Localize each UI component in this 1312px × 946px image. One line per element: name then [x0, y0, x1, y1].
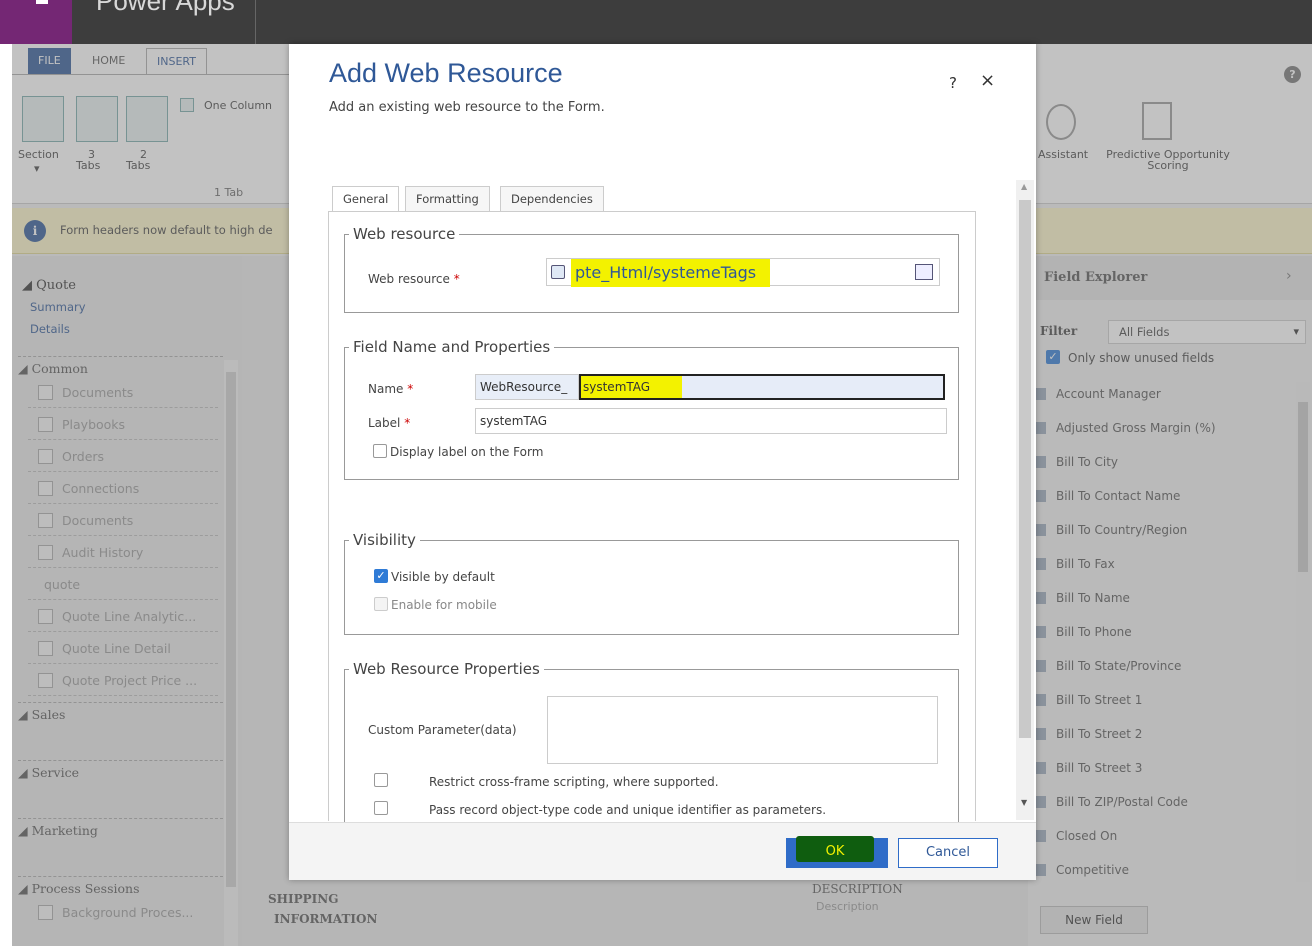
web-resource-properties-title: Web Resource Properties: [353, 660, 540, 678]
web-resource-label-text: Web resource: [368, 272, 450, 286]
required-marker: *: [404, 416, 411, 430]
web-resource-label: Web resource *: [368, 272, 460, 286]
name-input[interactable]: systemTAG: [579, 374, 945, 400]
top-bar-divider: [255, 0, 256, 44]
dialog-help-icon[interactable]: ?: [949, 74, 957, 92]
tab-formatting[interactable]: Formatting: [405, 186, 490, 212]
label-label-text: Label: [368, 416, 401, 430]
dialog-scrollbar-thumb[interactable]: [1019, 200, 1031, 738]
field-name-properties-title: Field Name and Properties: [353, 338, 551, 356]
restrict-scripting-checkbox[interactable]: [374, 773, 388, 787]
web-resource-lookup[interactable]: pte_Html/systemeTags: [546, 258, 940, 287]
visible-default-checkbox[interactable]: ✓: [374, 569, 388, 583]
label-label: Label *: [368, 416, 410, 430]
waffle-icon[interactable]: [0, 0, 72, 44]
custom-parameter-input[interactable]: [547, 696, 938, 764]
visible-default-label: Visible by default: [391, 570, 495, 584]
label-input[interactable]: systemTAG: [475, 408, 947, 434]
app-title: Power Apps: [96, 0, 235, 16]
close-icon[interactable]: ×: [980, 70, 995, 91]
web-resource-section-title: Web resource: [353, 225, 456, 243]
display-label-text: Display label on the Form: [390, 445, 544, 459]
restrict-scripting-label: Restrict cross-frame scripting, where su…: [429, 775, 719, 789]
name-label: Name *: [368, 382, 413, 396]
custom-parameter-label: Custom Parameter(data): [368, 723, 517, 737]
required-marker: *: [453, 272, 460, 286]
enable-mobile-label: Enable for mobile: [391, 598, 497, 612]
name-input-value: systemTAG: [581, 376, 683, 398]
tab-general[interactable]: General: [332, 186, 400, 212]
enable-mobile-checkbox[interactable]: [374, 597, 388, 611]
visibility-section-title: Visibility: [353, 531, 416, 549]
pass-record-label: Pass record object-type code and unique …: [429, 803, 827, 817]
web-resource-value: pte_Html/systemeTags: [571, 259, 771, 287]
app-top-bar: Power Apps: [0, 0, 1312, 44]
display-label-checkbox[interactable]: [373, 444, 387, 458]
tab-dependencies[interactable]: Dependencies: [500, 186, 604, 212]
scroll-up-icon[interactable]: ▲: [1021, 182, 1027, 191]
lookup-icon[interactable]: [915, 264, 933, 280]
name-label-text: Name: [368, 382, 404, 396]
web-resource-file-icon: [551, 265, 565, 279]
dialog-title: Add Web Resource: [329, 58, 563, 88]
dialog-subtitle: Add an existing web resource to the Form…: [329, 100, 605, 115]
scroll-down-icon[interactable]: ▼: [1021, 798, 1027, 807]
required-marker: *: [407, 382, 414, 396]
name-prefix: WebResource_: [475, 374, 579, 400]
cancel-button[interactable]: Cancel: [898, 838, 998, 868]
dialog-scrollbar[interactable]: ▲ ▼: [1016, 180, 1034, 820]
ok-button-label[interactable]: OK: [796, 838, 874, 864]
left-edge-strip: [0, 44, 12, 946]
pass-record-checkbox[interactable]: [374, 801, 388, 815]
